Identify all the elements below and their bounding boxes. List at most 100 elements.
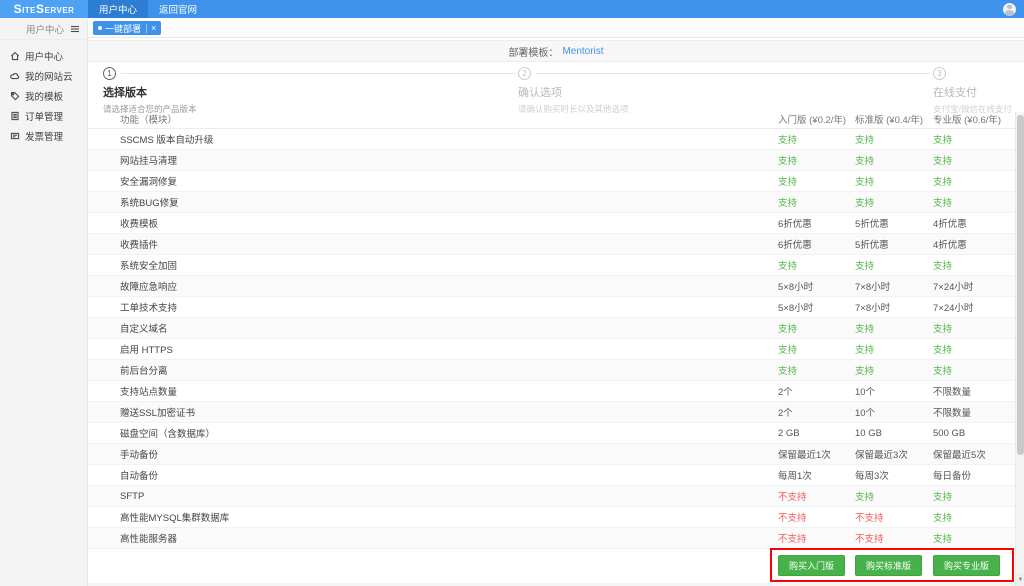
step-choose-version: 1 选择版本 请选择适合您的产品版本 [103, 67, 197, 115]
feature-name: 前后台分离 [120, 363, 778, 377]
hamburger-icon[interactable] [70, 24, 80, 34]
feature-name: 系统BUG修复 [120, 195, 778, 209]
plan-value-standard: 7×8小时 [855, 300, 933, 314]
plan-value-standard: 支持 [855, 489, 933, 503]
plan-value-professional: 支持 [933, 132, 1010, 146]
sidebar-menu: 用户中心 我的网站云 我的模板 订单管理 发票管理 [0, 40, 87, 146]
table-row: 高性能MYSQL集群数据库 不支持 不支持 支持 [88, 507, 1024, 528]
feature-name: 系统安全加固 [120, 258, 778, 272]
feature-name: 赠送SSL加密证书 [120, 405, 778, 419]
plan-value-entry: 支持 [778, 342, 855, 356]
orders-icon [10, 111, 20, 121]
sidebar-item-my-site-cloud[interactable]: 我的网站云 [0, 66, 87, 86]
step-number: 3 [933, 67, 946, 80]
step-number: 2 [518, 67, 531, 80]
siteserver-logo: SiteServer [0, 0, 88, 18]
step-subtitle: 请确认购买时长以及其他选项 [518, 103, 629, 115]
plan-value-professional: 4折优惠 [933, 216, 1010, 230]
plan-value-entry: 支持 [778, 195, 855, 209]
invoice-icon [10, 131, 20, 141]
plan-value-professional: 500 GB [933, 428, 1010, 439]
plan-value-professional: 支持 [933, 489, 1010, 503]
plan-value-entry: 2个 [778, 405, 855, 419]
table-row: 网站挂马清理 支持 支持 支持 [88, 150, 1024, 171]
step-title: 确认选项 [518, 84, 629, 100]
buy-buttons-row: 购买入门版 购买标准版 购买专业版 [88, 549, 1024, 581]
stepper: 1 选择版本 请选择适合您的产品版本 2 确认选项 请确认购买时长以及其他选项 … [88, 62, 1024, 110]
table-row: 赠送SSL加密证书 2个 10个 不限数量 [88, 402, 1024, 423]
sidebar-item-invoice-management[interactable]: 发票管理 [0, 126, 87, 146]
plan-value-standard: 7×8小时 [855, 279, 933, 293]
sidebar-item-user-center[interactable]: 用户中心 [0, 46, 87, 66]
vertical-scrollbar[interactable]: ▼ [1015, 112, 1024, 586]
plan-value-standard: 支持 [855, 153, 933, 167]
content-tabbar: 一键部署 × [88, 18, 1024, 38]
topbar-spacer [208, 0, 1003, 18]
table-row: 高性能服务器 不支持 不支持 支持 [88, 528, 1024, 549]
tab-close-icon[interactable]: × [146, 24, 156, 33]
plan-value-standard: 5折优惠 [855, 216, 933, 230]
scrollbar-thumb[interactable] [1017, 115, 1024, 455]
tab-active-dot-icon [98, 26, 102, 30]
plan-value-professional: 不限数量 [933, 384, 1010, 398]
table-row: SFTP 不支持 支持 支持 [88, 486, 1024, 507]
topbar-tab-user-center[interactable]: 用户中心 [88, 0, 148, 18]
step-confirm-options: 2 确认选项 请确认购买时长以及其他选项 [518, 67, 629, 115]
plan-value-entry: 不支持 [778, 510, 855, 524]
deploy-template-link[interactable]: Mentorist [562, 46, 603, 57]
plan-value-professional: 保留最近5次 [933, 447, 1010, 461]
table-row: SSCMS 版本自动升级 支持 支持 支持 [88, 129, 1024, 150]
plan-value-professional: 支持 [933, 258, 1010, 272]
table-row: 工单技术支持 5×8小时 7×8小时 7×24小时 [88, 297, 1024, 318]
step-subtitle: 支付宝/微信在线支付 [933, 103, 1012, 115]
feature-column-header: 功能（模块） [120, 112, 778, 126]
sidebar-item-label: 发票管理 [25, 129, 63, 143]
scroll-down-arrow-icon[interactable]: ▼ [1016, 573, 1024, 586]
plan-value-professional: 每日备份 [933, 468, 1010, 482]
user-avatar-icon[interactable] [1003, 3, 1016, 16]
deploy-template-strip: 部署模板： Mentorist [88, 40, 1024, 62]
step-title: 在线支付 [933, 84, 1012, 100]
plan-value-entry: 每周1次 [778, 468, 855, 482]
plan-value-entry: 支持 [778, 321, 855, 335]
plan-value-standard: 10个 [855, 405, 933, 419]
plan-value-professional: 支持 [933, 531, 1010, 545]
tab-one-click-deploy[interactable]: 一键部署 × [93, 21, 161, 35]
sidebar-item-label: 我的模板 [25, 89, 63, 103]
sidebar: 用户中心 用户中心 我的网站云 我的模板 订单管理 发票管理 [0, 18, 88, 586]
sidebar-item-label: 我的网站云 [25, 69, 73, 83]
deploy-template-label: 部署模板： [508, 44, 558, 59]
plan-value-entry: 2 GB [778, 428, 855, 439]
feature-name: 安全漏洞修复 [120, 174, 778, 188]
plan-header-entry: 入门版 (¥0.2/年) [778, 112, 855, 126]
plan-value-professional: 支持 [933, 321, 1010, 335]
template-icon [10, 91, 20, 101]
buy-professional-button[interactable]: 购买专业版 [933, 555, 1000, 576]
plan-value-standard: 支持 [855, 174, 933, 188]
sidebar-header: 用户中心 [0, 18, 87, 40]
plan-value-professional: 支持 [933, 342, 1010, 356]
topbar-tab-official-site[interactable]: 返回官网 [148, 0, 208, 18]
feature-name: 故障应急响应 [120, 279, 778, 293]
table-row: 前后台分离 支持 支持 支持 [88, 360, 1024, 381]
plan-value-standard: 5折优惠 [855, 237, 933, 251]
home-icon [10, 51, 20, 61]
plan-value-entry: 5×8小时 [778, 279, 855, 293]
plan-header-standard: 标准版 (¥0.4/年) [855, 112, 933, 126]
table-row: 自定义域名 支持 支持 支持 [88, 318, 1024, 339]
sidebar-item-order-management[interactable]: 订单管理 [0, 106, 87, 126]
plan-value-entry: 6折优惠 [778, 216, 855, 230]
plan-value-standard: 10个 [855, 384, 933, 398]
feature-name: SFTP [120, 491, 778, 502]
feature-name: 手动备份 [120, 447, 778, 461]
plan-value-standard: 支持 [855, 132, 933, 146]
table-row: 自动备份 每周1次 每周3次 每日备份 [88, 465, 1024, 486]
sidebar-item-my-templates[interactable]: 我的模板 [0, 86, 87, 106]
buy-entry-button[interactable]: 购买入门版 [778, 555, 845, 576]
feature-name: 自定义域名 [120, 321, 778, 335]
table-row: 安全漏洞修复 支持 支持 支持 [88, 171, 1024, 192]
plan-value-standard: 保留最近3次 [855, 447, 933, 461]
feature-name: 高性能服务器 [120, 531, 778, 545]
page: SiteServer 用户中心 返回官网 用户中心 用户中心 我的网站云 我的模… [0, 0, 1024, 586]
buy-standard-button[interactable]: 购买标准版 [855, 555, 922, 576]
